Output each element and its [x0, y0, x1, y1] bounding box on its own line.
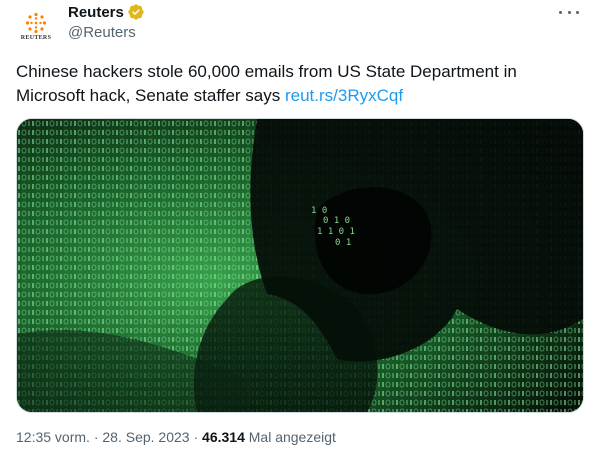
hacker-binary-image: 1 0 0 1 0 1 1 0 1 0 1	[17, 119, 583, 412]
views-label: Mal angezeigt	[248, 429, 336, 445]
display-name[interactable]: Reuters	[68, 4, 124, 21]
tweet-meta: 12:35 vorm. · 28. Sep. 2023 · 46.314 Mal…	[16, 429, 336, 445]
views-count[interactable]: 46.314	[202, 429, 245, 445]
tweet-time[interactable]: 12:35 vorm.	[16, 429, 90, 445]
tweet-date[interactable]: 28. Sep. 2023	[102, 429, 189, 445]
svg-text:1 0: 1 0	[311, 206, 327, 216]
tweet-body: Chinese hackers stole 60,000 emails from…	[16, 62, 517, 105]
avatar[interactable]: REUTERS	[16, 6, 56, 46]
reuters-logo-icon	[25, 12, 47, 33]
tweet-text: Chinese hackers stole 60,000 emails from…	[16, 60, 576, 108]
more-options-icon[interactable]	[559, 6, 579, 18]
handle[interactable]: @Reuters	[68, 24, 145, 41]
meta-separator: ·	[93, 429, 99, 445]
user-info: Reuters @Reuters	[68, 2, 145, 41]
meta-separator: ·	[193, 429, 199, 445]
tweet-image[interactable]: 1 0 0 1 0 1 1 0 1 0 1	[16, 118, 584, 413]
tweet-link[interactable]: reut.rs/3RyxCqf	[285, 86, 403, 105]
tweet-card[interactable]: REUTERS Reuters @Reuters Chinese hackers…	[0, 0, 597, 457]
avatar-logo-text: REUTERS	[20, 34, 52, 41]
svg-text:0 1: 0 1	[335, 238, 351, 248]
svg-text:1 1 0 1: 1 1 0 1	[317, 227, 355, 237]
verified-badge-icon[interactable]	[127, 3, 145, 21]
name-row: Reuters	[68, 2, 145, 22]
svg-text:0 1 0: 0 1 0	[323, 216, 350, 226]
